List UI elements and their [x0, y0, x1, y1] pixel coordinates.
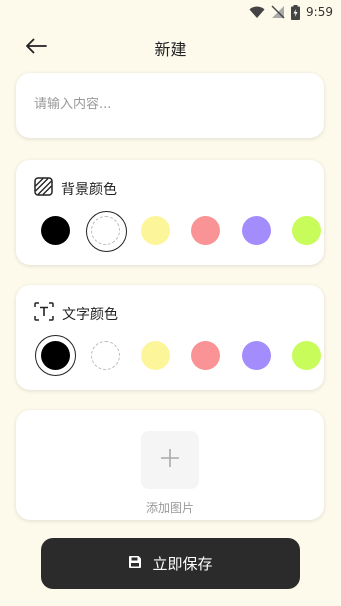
back-button[interactable]	[22, 36, 50, 60]
no-signal-icon	[271, 5, 285, 19]
content-card	[16, 73, 324, 138]
text-color-header: 文字颜色	[34, 302, 118, 325]
add-image-button[interactable]	[141, 431, 199, 489]
background-color-swatches	[16, 210, 324, 252]
floppy-disk-icon	[128, 555, 142, 573]
color-swatch[interactable]	[91, 341, 120, 370]
image-card: 添加图片	[16, 410, 324, 520]
background-color-card: 背景颜色	[16, 160, 324, 265]
save-button[interactable]: 立即保存	[41, 538, 300, 589]
color-swatch[interactable]	[141, 216, 170, 245]
color-swatch[interactable]	[35, 335, 76, 376]
background-color-header: 背景颜色	[34, 177, 117, 200]
save-button-label: 立即保存	[152, 555, 213, 573]
status-bar: 9:59	[0, 0, 341, 24]
header: 新建	[0, 30, 341, 66]
color-swatch[interactable]	[292, 341, 321, 370]
text-color-swatches	[16, 335, 324, 376]
color-swatch[interactable]	[242, 341, 271, 370]
content-input[interactable]	[34, 97, 306, 112]
background-color-title: 背景颜色	[61, 181, 117, 198]
add-image-label: 添加图片	[145, 501, 194, 515]
plus-icon	[160, 448, 180, 472]
status-time: 9:59	[306, 5, 333, 19]
arrow-left-icon	[25, 38, 47, 58]
color-swatch[interactable]	[292, 216, 321, 245]
hatched-square-icon	[34, 177, 53, 200]
page-title: 新建	[154, 40, 187, 59]
color-swatch[interactable]	[41, 216, 70, 245]
color-swatch[interactable]	[191, 216, 220, 245]
text-color-card: 文字颜色	[16, 285, 324, 390]
battery-icon	[291, 4, 301, 20]
color-swatch[interactable]	[191, 341, 220, 370]
text-frame-icon	[34, 302, 54, 325]
color-swatch[interactable]	[242, 216, 271, 245]
text-color-title: 文字颜色	[62, 306, 118, 323]
wifi-icon	[249, 6, 265, 19]
color-swatch[interactable]	[86, 211, 127, 252]
color-swatch[interactable]	[141, 341, 170, 370]
